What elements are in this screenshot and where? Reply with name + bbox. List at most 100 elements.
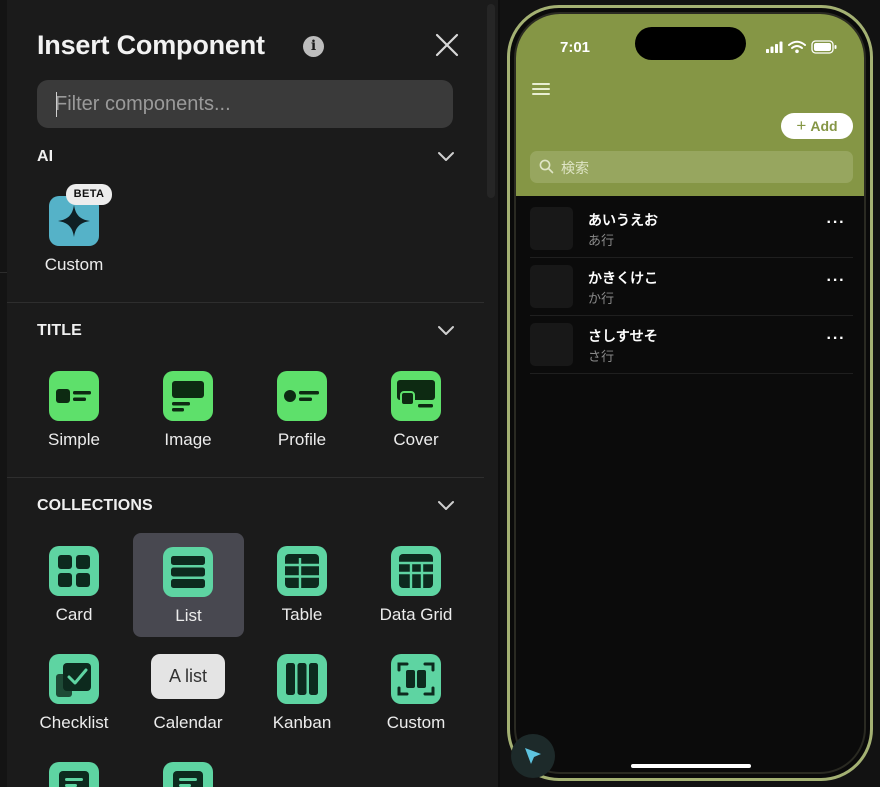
list-item-title: あいうえお [588, 213, 658, 229]
panel-edge-marker [0, 272, 7, 273]
table-icon [285, 554, 319, 588]
list-item-thumbnail [530, 207, 573, 250]
more-options-icon[interactable]: ··· [826, 330, 846, 350]
section-heading-title: TITLE [37, 322, 82, 339]
component-title-profile[interactable]: Profile [245, 357, 359, 463]
close-button[interactable] [434, 32, 460, 58]
card-tile [49, 546, 99, 596]
component-collection-data-grid[interactable]: Data Grid [359, 532, 473, 638]
search-placeholder: 検索 [561, 161, 589, 177]
component-label: Data Grid [379, 605, 453, 624]
text-block-icon [173, 771, 203, 787]
component-title-cover[interactable]: Cover [359, 357, 473, 463]
section-heading-ai: AI [37, 148, 54, 165]
info-icon[interactable]: i [303, 36, 324, 57]
insert-component-panel: Insert Component i AI Custom BETA TITLE [0, 0, 500, 787]
custom-collection-tile [391, 654, 441, 704]
title-image-icon [172, 381, 204, 412]
list-item-title: かきくけこ [588, 271, 658, 287]
component-label: Simple [48, 430, 100, 449]
component-tile-partial[interactable] [163, 762, 213, 787]
section-divider [7, 477, 484, 478]
title-cover-icon [397, 380, 435, 408]
section-divider [7, 302, 484, 303]
signal-icon [766, 41, 783, 53]
chevron-down-icon[interactable] [437, 151, 455, 162]
list-item-title: さしすせそ [588, 329, 658, 345]
home-indicator [631, 764, 751, 768]
image-tile [163, 371, 213, 421]
list-tile [163, 547, 213, 597]
card-grid-icon [58, 555, 90, 587]
text-caret [56, 92, 57, 117]
kanban-tile [277, 654, 327, 704]
component-label: Custom [386, 713, 446, 732]
simple-tile [49, 371, 99, 421]
checklist-tile [49, 654, 99, 704]
more-options-icon[interactable]: ··· [826, 272, 846, 292]
component-label: Kanban [272, 713, 332, 732]
list-item-subtitle: か行 [588, 292, 615, 307]
kanban-icon [286, 663, 318, 695]
more-options-icon[interactable]: ··· [826, 214, 846, 234]
chevron-down-icon[interactable] [437, 500, 455, 511]
section-heading-collections: COLLECTIONS [37, 497, 153, 514]
component-title-image[interactable]: Image [131, 357, 245, 463]
checklist-icon [56, 663, 91, 697]
list-item-subtitle: あ行 [588, 234, 615, 249]
hamburger-menu-icon[interactable] [532, 82, 550, 96]
list-item-subtitle: さ行 [588, 350, 615, 365]
component-label: Custom [44, 255, 104, 274]
status-icons [766, 40, 837, 54]
component-collection-custom[interactable]: Custom [359, 640, 473, 746]
close-icon [435, 33, 459, 57]
component-label: List [175, 606, 202, 625]
component-label: Image [164, 430, 212, 449]
wifi-icon [788, 40, 806, 54]
component-label: Cover [393, 430, 439, 449]
chevron-down-icon[interactable] [437, 325, 455, 336]
list-item[interactable]: かきくけこ か行 ··· [530, 258, 853, 316]
add-button-label: Add [810, 118, 838, 134]
app-header: 7:01 + Add 検索 [516, 14, 864, 196]
list-icon [171, 556, 205, 588]
list-item[interactable]: あいうえお あ行 ··· [530, 200, 853, 258]
component-collection-card[interactable]: Card [17, 532, 131, 638]
component-collection-kanban[interactable]: Kanban [245, 640, 359, 746]
cursor-tool-button[interactable] [511, 734, 555, 778]
component-title-simple[interactable]: Simple [17, 357, 131, 463]
panel-title: Insert Component [37, 30, 265, 60]
data-grid-icon [399, 554, 433, 588]
component-label: Checklist [39, 713, 109, 732]
data-grid-tile [391, 546, 441, 596]
phone-screen: 7:01 + Add 検索 あいうえお あ行 ··· かきくけこ か行 ··· … [514, 12, 866, 774]
panel-left-edge [0, 0, 7, 787]
dynamic-island [635, 27, 746, 60]
component-collection-table[interactable]: Table [245, 532, 359, 638]
beta-badge: BETA [66, 184, 112, 205]
profile-tile [277, 371, 327, 421]
phone-frame: 7:01 + Add 検索 あいうえお あ行 ··· かきくけこ か行 ··· … [507, 5, 873, 781]
status-time: 7:01 [560, 39, 591, 56]
list-item[interactable]: さしすせそ さ行 ··· [530, 316, 853, 374]
component-tile-partial[interactable] [49, 762, 99, 787]
component-label: Card [55, 605, 93, 624]
component-label: Profile [277, 430, 327, 449]
search-icon [539, 159, 554, 174]
add-button[interactable]: + Add [781, 113, 853, 139]
filter-components-input[interactable] [37, 80, 453, 128]
scrollbar-thumb[interactable] [487, 4, 495, 198]
component-label: Table [281, 605, 323, 624]
component-collection-checklist[interactable]: Checklist [17, 640, 131, 746]
search-input[interactable]: 検索 [530, 151, 853, 183]
cover-tile [391, 371, 441, 421]
cursor-arrow-icon [525, 748, 541, 764]
table-tile [277, 546, 327, 596]
component-label: Calendar [153, 713, 223, 732]
title-profile-icon [284, 390, 319, 402]
component-collection-list[interactable]: List [133, 533, 244, 637]
list-item-thumbnail [530, 323, 573, 366]
list-item-thumbnail [530, 265, 573, 308]
text-block-icon [59, 771, 89, 787]
battery-icon [811, 40, 837, 54]
